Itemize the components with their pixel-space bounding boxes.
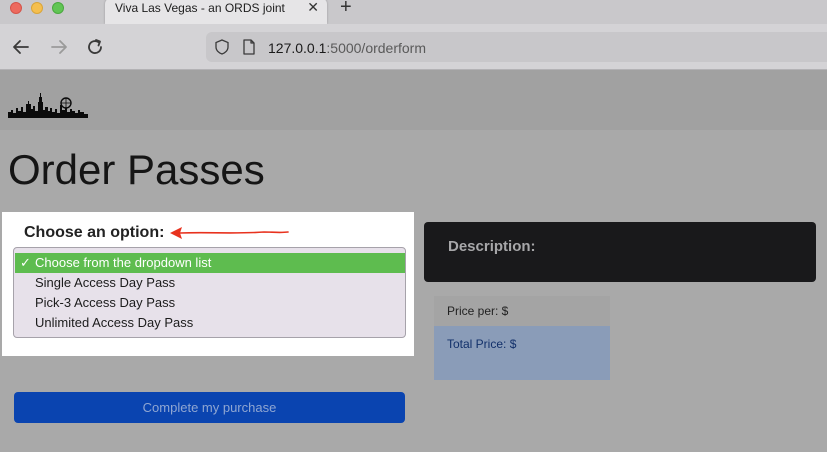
option-label: Pick-3 Access Day Pass <box>35 295 176 310</box>
total-price-box: Total Price: $ <box>434 326 610 380</box>
reload-icon[interactable] <box>84 36 106 58</box>
shield-icon[interactable] <box>214 39 230 55</box>
las-vegas-skyline-logo[interactable] <box>8 92 88 118</box>
choose-option-label: Choose an option: <box>24 224 165 241</box>
page-header <box>0 70 827 130</box>
price-per-box: Price per: $ <box>434 296 610 326</box>
maximize-window-icon[interactable] <box>52 2 64 14</box>
price-per-label: Price per: $ <box>447 304 509 318</box>
option-label: Unlimited Access Day Pass <box>35 315 194 330</box>
page-icon <box>243 39 255 55</box>
minimize-window-icon[interactable] <box>31 2 43 14</box>
select-option-choose[interactable]: ✓ Choose from the dropdown list <box>15 253 405 273</box>
page-title: Order Passes <box>8 146 265 193</box>
option-label: Single Access Day Pass <box>35 275 176 290</box>
pass-option-select[interactable]: ✓ Choose from the dropdown list Single A… <box>13 247 406 338</box>
browser-tab-bar: Viva Las Vegas - an ORDS joint ✕ + <box>0 0 827 24</box>
url-host: 127.0.0.1 <box>268 40 327 56</box>
browser-tab[interactable]: Viva Las Vegas - an ORDS joint ✕ <box>105 0 327 24</box>
close-window-icon[interactable] <box>10 2 22 14</box>
address-bar[interactable]: 127.0.0.1:5000/orderform <box>206 32 827 62</box>
annotation-arrow-icon <box>170 227 289 239</box>
back-arrow-icon[interactable] <box>10 36 32 58</box>
description-card: Description: <box>424 222 816 282</box>
select-option-unlimited-pass[interactable]: Unlimited Access Day Pass <box>15 313 405 333</box>
checkmark-icon: ✓ <box>20 255 31 270</box>
url-text[interactable]: 127.0.0.1:5000/orderform <box>268 40 426 56</box>
tab-title: Viva Las Vegas - an ORDS joint <box>115 1 285 15</box>
browser-nav-bar: 127.0.0.1:5000/orderform <box>0 24 827 70</box>
tab-close-icon[interactable]: ✕ <box>307 0 319 16</box>
option-label: Choose from the dropdown list <box>35 255 212 270</box>
new-tab-icon[interactable]: + <box>340 0 352 19</box>
url-path: :5000/orderform <box>326 40 426 56</box>
select-option-single-pass[interactable]: Single Access Day Pass <box>15 273 405 293</box>
description-label: Description: <box>448 238 536 255</box>
select-option-pick3-pass[interactable]: Pick-3 Access Day Pass <box>15 293 405 313</box>
complete-purchase-button[interactable]: Complete my purchase <box>14 392 405 423</box>
total-price-label: Total Price: $ <box>447 337 517 351</box>
forward-arrow-icon[interactable] <box>48 36 70 58</box>
